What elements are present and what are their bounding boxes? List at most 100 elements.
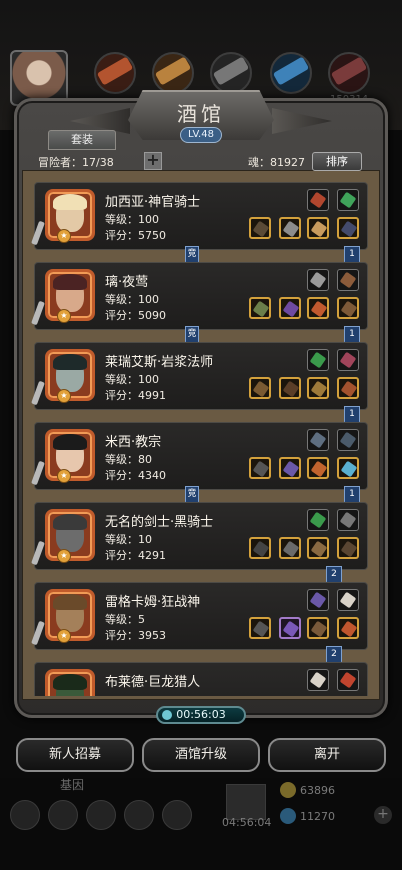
hero-score: 评分：5750 [105, 229, 166, 242]
equip-slot[interactable] [337, 269, 359, 291]
equip-slot[interactable] [279, 617, 301, 639]
hero-card[interactable]: ★ 璃·夜莺 等级：100 评分：5090 [31, 262, 368, 330]
equip-slot[interactable] [307, 537, 329, 559]
equip-slot[interactable] [337, 429, 359, 451]
skill-icon-5[interactable] [328, 52, 370, 94]
hero-level: 等级：100 [105, 213, 159, 226]
equip-slot[interactable] [279, 377, 301, 399]
menu-icon-2[interactable] [48, 800, 78, 830]
bottom-timer: 04:56:04 [222, 816, 272, 829]
equip-slot[interactable] [307, 617, 329, 639]
rank-star-icon: ★ [57, 469, 71, 483]
equip-slot[interactable] [307, 297, 329, 319]
gold-amount: 63896 [300, 784, 335, 797]
bottom-label: 基因 [60, 778, 85, 792]
weapon-icon [31, 300, 45, 326]
equip-slot[interactable] [337, 297, 359, 319]
add-adventurer-slot-button[interactable]: + [144, 152, 162, 170]
equip-slot[interactable] [279, 537, 301, 559]
equip-slot[interactable] [337, 349, 359, 371]
skill-icon-4[interactable] [270, 52, 312, 94]
weapon-icon [31, 380, 45, 406]
hero-card[interactable]: ★ 米西·教宗 等级：80 评分：4340 [31, 422, 368, 490]
weapon-icon [31, 620, 45, 646]
tavern-timer: 00:56:03 [156, 706, 246, 724]
equip-slot[interactable] [307, 589, 329, 611]
equip-slot[interactable] [249, 617, 271, 639]
equip-slot[interactable] [279, 297, 301, 319]
rank-star-icon: ★ [57, 229, 71, 243]
gem-icon [280, 808, 296, 824]
skill-icon-2[interactable] [152, 52, 194, 94]
soul-count: 魂：81927 [248, 156, 305, 169]
rank-star-icon: ★ [57, 309, 71, 323]
hero-card[interactable]: ★ 加西亚·神官骑士 等级：100 评分：5750 [31, 182, 368, 250]
menu-icon-1[interactable] [10, 800, 40, 830]
recruit-button[interactable]: 新人招募 [16, 738, 134, 772]
menu-icon-4[interactable] [124, 800, 154, 830]
stat-bar: 冒险者：17/38 + 魂：81927 排序 [30, 150, 372, 172]
menu-icon-3[interactable] [86, 800, 116, 830]
upgrade-tavern-button[interactable]: 酒馆升级 [142, 738, 260, 772]
equip-slot[interactable] [337, 217, 359, 239]
tab-set-equipment[interactable]: 套装 [48, 130, 116, 150]
panel-title: 酒馆 [177, 102, 225, 126]
equip-slot[interactable] [307, 269, 329, 291]
equip-slot[interactable] [307, 669, 329, 691]
hero-name: 加西亚·神官骑士 [105, 195, 201, 210]
equip-slot[interactable] [249, 457, 271, 479]
rank-star-icon: ★ [57, 389, 71, 403]
hero-score: 评分：4340 [105, 469, 166, 482]
hero-card[interactable]: 布莱德·巨龙猎人 [34, 662, 368, 696]
weapon-icon [31, 540, 45, 566]
hero-name: 璃·夜莺 [105, 275, 149, 290]
hero-score: 评分：3953 [105, 629, 166, 642]
gem-amount: 11270 [300, 810, 335, 823]
hero-list[interactable]: ★ 加西亚·神官骑士 等级：100 评分：5750 竞 1 ★ 璃·夜莺 等级：… [30, 178, 372, 696]
hero-name: 雷格卡姆·狂战神 [105, 595, 201, 610]
equip-slot[interactable] [307, 429, 329, 451]
equip-slot[interactable] [307, 377, 329, 399]
hero-card[interactable]: ★ 雷格卡姆·狂战神 等级：5 评分：3953 [31, 582, 368, 650]
equip-slot[interactable] [307, 509, 329, 531]
equip-slot[interactable] [249, 297, 271, 319]
equip-slot[interactable] [337, 377, 359, 399]
equip-slot[interactable] [307, 457, 329, 479]
hero-card[interactable]: ★ 无名的剑士·黑骑士 等级：10 评分：4291 [31, 502, 368, 570]
hero-name: 米西·教宗 [105, 435, 162, 450]
menu-icon-5[interactable] [162, 800, 192, 830]
hero-card[interactable]: ★ 莱瑞艾斯·岩浆法师 等级：100 评分：4991 [31, 342, 368, 410]
rank-star-icon: ★ [57, 549, 71, 563]
sort-button[interactable]: 排序 [312, 152, 362, 171]
equip-slot[interactable] [337, 617, 359, 639]
equip-slot[interactable] [279, 217, 301, 239]
equip-slot[interactable] [249, 217, 271, 239]
equip-slot[interactable] [307, 217, 329, 239]
skill-icon-1[interactable] [94, 52, 136, 94]
gold-icon [280, 782, 296, 798]
equip-slot[interactable] [337, 669, 359, 691]
leave-button[interactable]: 离开 [268, 738, 386, 772]
equip-slot[interactable] [337, 589, 359, 611]
equip-slot[interactable] [249, 377, 271, 399]
add-currency-button[interactable]: + [374, 806, 392, 824]
equip-slot[interactable] [337, 189, 359, 211]
equip-slot[interactable] [307, 189, 329, 211]
equip-slot[interactable] [307, 349, 329, 371]
equip-slot[interactable] [337, 537, 359, 559]
skill-icon-3[interactable] [210, 52, 252, 94]
weapon-icon [31, 460, 45, 486]
hero-name: 莱瑞艾斯·岩浆法师 [105, 355, 214, 370]
hero-score: 评分：5090 [105, 309, 166, 322]
rank-star-icon: ★ [57, 629, 71, 643]
weapon-icon [31, 220, 45, 246]
equip-slot[interactable] [279, 457, 301, 479]
equip-slot[interactable] [337, 457, 359, 479]
hero-score: 评分：4291 [105, 549, 166, 562]
hero-level: 等级：10 [105, 533, 152, 546]
hero-name: 无名的剑士·黑骑士 [105, 515, 214, 530]
equip-slot[interactable] [249, 537, 271, 559]
equip-slot[interactable] [337, 509, 359, 531]
hero-portrait[interactable] [45, 669, 95, 696]
gift-box-icon[interactable] [226, 784, 266, 820]
